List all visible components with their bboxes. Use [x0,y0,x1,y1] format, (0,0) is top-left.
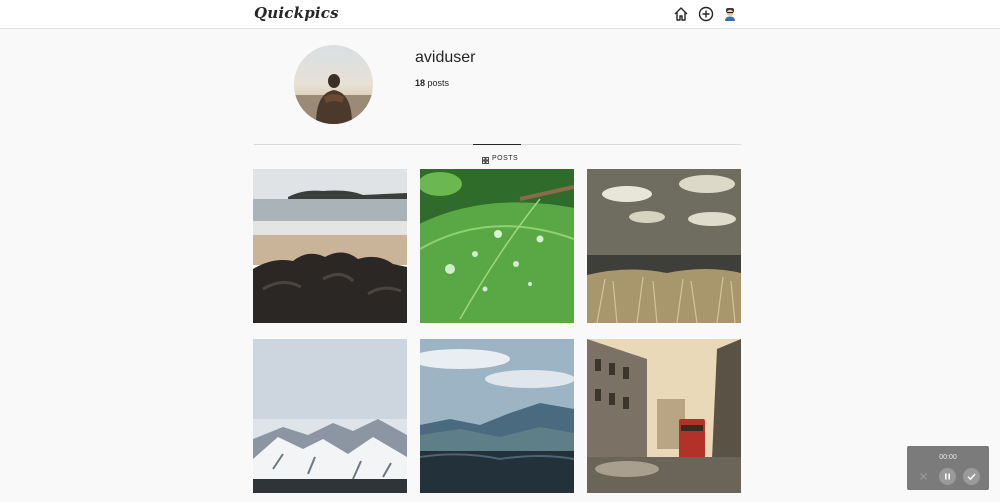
checkmark-icon [967,473,976,481]
tab-active-indicator [473,144,521,145]
add-circle-icon[interactable] [698,6,714,22]
posts-count-number: 18 [415,78,426,88]
home-icon[interactable] [673,6,689,22]
close-icon [920,473,927,480]
grid-icon [482,149,489,168]
tab-posts-label: POSTS [492,154,519,162]
post-thumbnail-snowy-mountains[interactable] [253,339,407,493]
recorder-timer: 00:00 [939,454,957,461]
post-thumbnail-beach-rocks[interactable] [253,169,407,323]
posts-count: 18 posts [415,78,449,88]
tab-posts[interactable]: POSTS [482,153,519,164]
post-thumbnail-dry-grass-sea[interactable] [587,169,741,323]
recorder-cancel-button[interactable] [915,468,932,485]
post-thumbnail-leaf-water-drops[interactable] [420,169,574,323]
recorder-pause-button[interactable] [939,468,956,485]
screen-recorder-widget: 00:00 [907,446,989,490]
posts-count-label: posts [427,78,450,88]
post-thumbnail-city-street[interactable] [587,339,741,493]
top-navigation-bar: Quickpics [0,0,1000,29]
app-logo[interactable]: Quickpics [254,4,339,22]
profile-avatar-icon[interactable] [722,6,738,22]
profile-avatar [294,45,373,124]
pause-icon [945,473,950,480]
post-thumbnail-blue-mountains[interactable] [420,339,574,493]
profile-username: aviduser [415,49,476,66]
recorder-done-button[interactable] [963,468,980,485]
